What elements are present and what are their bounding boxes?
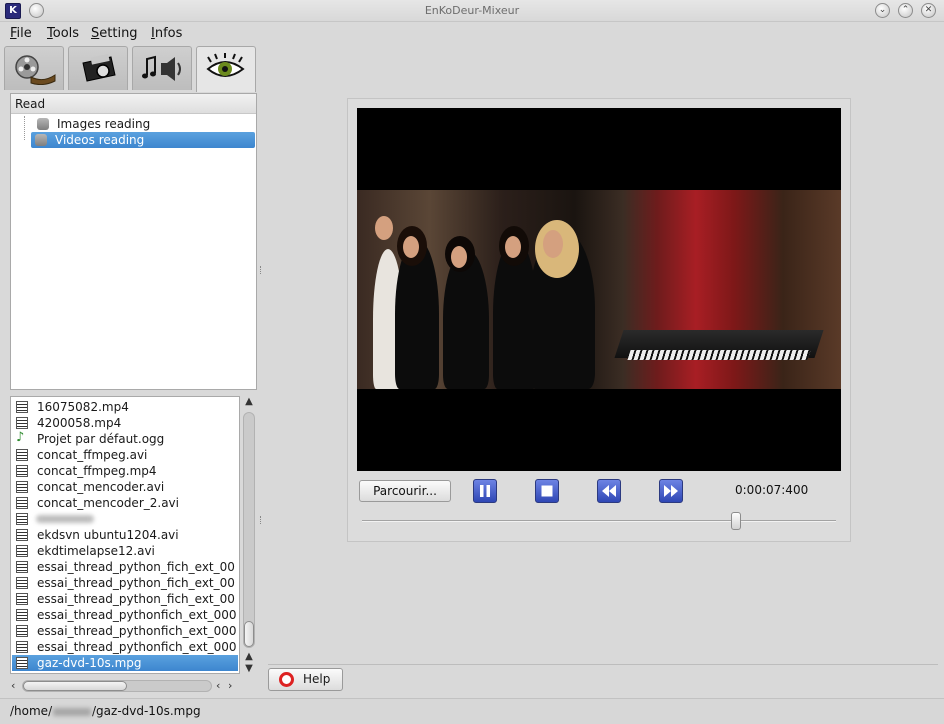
video-file-icon: [16, 641, 28, 653]
maximize-button[interactable]: ⌃: [898, 3, 913, 18]
rewind-button[interactable]: [597, 479, 621, 503]
film-reel-icon: [15, 55, 56, 85]
tab-read[interactable]: [196, 46, 256, 92]
list-item[interactable]: [12, 511, 238, 527]
menu-tools[interactable]: Tools: [47, 26, 79, 41]
audio-file-icon: ♪: [16, 431, 25, 445]
splitter-handle[interactable]: [260, 266, 262, 274]
help-button[interactable]: Help: [268, 668, 343, 691]
music-speaker-icon: [142, 55, 181, 81]
list-item[interactable]: essai_thread_python_fich_ext_00: [12, 591, 238, 607]
scroll-thumb[interactable]: [244, 621, 254, 647]
tab-images[interactable]: [68, 46, 128, 90]
scroll-track[interactable]: [243, 412, 255, 648]
fast-forward-icon: [664, 485, 678, 497]
browse-button[interactable]: Parcourir...: [359, 480, 451, 502]
video-file-icon: [16, 561, 28, 573]
seek-slider-track[interactable]: [362, 520, 836, 522]
video-file-icon: [16, 417, 28, 429]
video-display[interactable]: [357, 108, 841, 471]
scroll-left-arrow-icon[interactable]: ‹: [11, 679, 15, 692]
list-item[interactable]: essai_thread_python_fich_ext_00: [12, 575, 238, 591]
tab-bar: [4, 46, 264, 92]
stop-icon: [541, 485, 553, 497]
video-file-icon: [16, 657, 28, 669]
tree-item-videos-reading[interactable]: Videos reading: [31, 132, 255, 148]
h-scroll-track[interactable]: [22, 680, 212, 692]
tab-video[interactable]: [4, 46, 64, 90]
window-title: EnKoDeur-Mixeur: [424, 4, 520, 17]
file-list-vertical-scrollbar[interactable]: ▲ ▲ ▼: [240, 396, 258, 676]
camera-icon: [82, 53, 116, 82]
title-bar: K EnKoDeur-Mixeur ⌄ ⌃ ✕: [0, 0, 944, 22]
list-item[interactable]: essai_thread_pythonfich_ext_000: [12, 639, 238, 655]
list-item[interactable]: gaz-dvd-10s.mpg: [12, 655, 238, 671]
list-item[interactable]: concat_mencoder_2.avi: [12, 495, 238, 511]
video-file-icon: [16, 401, 28, 413]
pause-icon: [480, 485, 490, 497]
eye-icon: [206, 53, 245, 77]
video-file-icon: [16, 577, 28, 589]
video-file-icon: [16, 481, 28, 493]
scroll-down-arrow-icon[interactable]: ▼: [243, 663, 255, 675]
pause-button[interactable]: [473, 479, 497, 503]
list-item[interactable]: 16075082.mp4: [12, 399, 238, 415]
list-item[interactable]: 4200058.mp4: [12, 415, 238, 431]
read-tree: Read Images reading Videos reading: [10, 93, 257, 390]
scroll-up-arrow-icon[interactable]: ▲: [243, 651, 255, 663]
status-path: /home/ /gaz-dvd-10s.mpg: [10, 704, 201, 718]
list-item[interactable]: ekdsvn ubuntu1204.avi: [12, 527, 238, 543]
menu-setting[interactable]: Setting: [91, 26, 138, 41]
video-file-icon: [16, 449, 28, 461]
splitter-handle[interactable]: [260, 516, 262, 524]
video-file-icon: [16, 529, 28, 541]
drive-icon: [35, 134, 47, 146]
list-item[interactable]: essai_thread_pythonfich_ext_000: [12, 623, 238, 639]
stop-button[interactable]: [535, 479, 559, 503]
rewind-icon: [602, 485, 616, 497]
list-item[interactable]: concat_ffmpeg.avi: [12, 447, 238, 463]
tab-audio[interactable]: [132, 46, 192, 90]
file-list-horizontal-scrollbar[interactable]: ‹ ‹ ›: [10, 678, 240, 694]
player-controls: Parcourir... 0:00:07:400: [357, 478, 841, 504]
video-file-icon: [16, 545, 28, 557]
menu-bar: File Tools Setting Infos: [0, 22, 944, 44]
fast-forward-button[interactable]: [659, 479, 683, 503]
video-file-icon: [16, 609, 28, 621]
video-file-icon: [16, 593, 28, 605]
list-item[interactable]: concat_ffmpeg.mp4: [12, 463, 238, 479]
list-item[interactable]: concat_mencoder.avi: [12, 479, 238, 495]
menu-file[interactable]: File: [10, 26, 32, 41]
list-item[interactable]: essai_thread_python_fich_ext_00: [12, 559, 238, 575]
tree-header[interactable]: Read: [11, 94, 256, 114]
video-frame: [357, 190, 841, 389]
scroll-up-arrow-icon[interactable]: ▲: [243, 396, 255, 408]
seek-slider-handle[interactable]: [731, 512, 742, 530]
h-scroll-thumb[interactable]: [23, 681, 127, 691]
video-file-icon: [16, 465, 28, 477]
close-button[interactable]: ✕: [921, 3, 936, 18]
video-file-icon: [16, 497, 28, 509]
separator: [268, 664, 938, 665]
list-item[interactable]: ♪ Projet par défaut.ogg: [12, 431, 238, 447]
scroll-right-arrow-icon[interactable]: ›: [228, 679, 232, 692]
minimize-button[interactable]: ⌄: [875, 3, 890, 18]
menu-infos[interactable]: Infos: [151, 26, 182, 41]
tree-item-images-reading[interactable]: Images reading: [33, 116, 255, 132]
list-item[interactable]: ekdtimelapse12.avi: [12, 543, 238, 559]
scroll-left-arrow-icon[interactable]: ‹: [216, 679, 220, 692]
playback-time: 0:00:07:400: [735, 483, 809, 497]
video-file-icon: [16, 513, 28, 525]
drive-icon: [37, 118, 49, 130]
list-item[interactable]: essai_thread_pythonfich_ext_000: [12, 607, 238, 623]
video-file-icon: [16, 625, 28, 637]
file-list[interactable]: 16075082.mp4 4200058.mp4 ♪ Projet par défau…: [10, 396, 240, 674]
status-bar: /home/ /gaz-dvd-10s.mpg: [0, 698, 944, 724]
lifebuoy-icon: [279, 672, 294, 687]
